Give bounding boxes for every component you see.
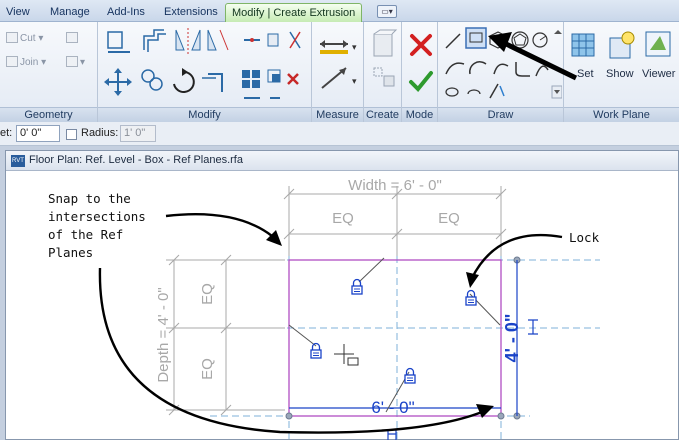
svg-text:of the Ref: of the Ref [48,227,123,242]
lock-icon[interactable] [404,367,416,384]
svg-text:intersections: intersections [48,209,146,224]
depth-dimension[interactable]: Depth = 4' - 0" [155,287,172,382]
lock-icon[interactable] [351,278,363,295]
width-dimension[interactable]: Width = 6' - 0" [348,177,442,194]
svg-text:Planes: Planes [48,245,93,260]
eq-label[interactable]: EQ [438,210,460,227]
eq-label[interactable]: EQ [199,283,216,305]
eq-label[interactable]: EQ [332,210,354,227]
eq-label[interactable]: EQ [199,358,216,380]
drawing-canvas: Width = 6' - 0" EQ EQ Depth = 4' - 0" EQ… [48,32,600,440]
snap-annotation: Snap to the intersections of the Ref Pla… [48,191,146,260]
lock-icon[interactable] [465,289,477,306]
rectangle-tool-arrow [488,32,578,81]
cursor-icon [334,344,359,366]
arrowheads [266,230,494,418]
svg-text:Snap to the: Snap to the [48,191,131,206]
grips [285,256,521,420]
lock-annotation: Lock [569,230,600,245]
width-temp-dimension[interactable]: 6' - 0" [371,398,414,417]
height-temp-dimension[interactable]: 4' - 0" [502,314,522,363]
